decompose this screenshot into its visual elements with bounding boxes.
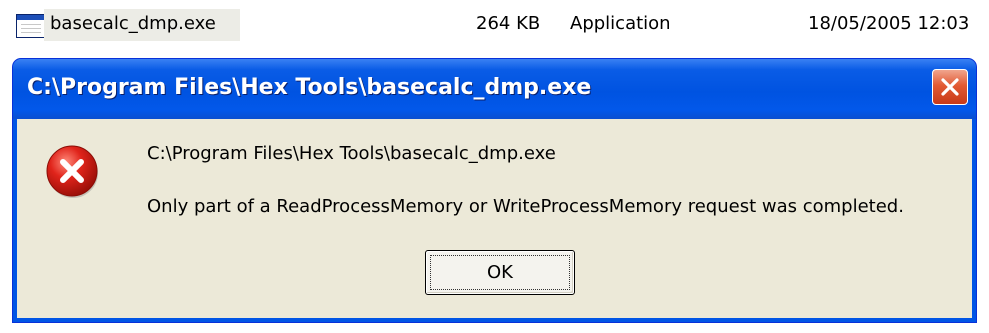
- message-text: Only part of a ReadProcessMemory or Writ…: [147, 196, 904, 217]
- file-list-row[interactable]: basecalc_dmp.exe 264 KB Application 18/0…: [0, 0, 989, 56]
- message-path: C:\Program Files\Hex Tools\basecalc_dmp.…: [147, 143, 556, 164]
- dialog-body: C:\Program Files\Hex Tools\basecalc_dmp.…: [17, 119, 972, 318]
- ok-button[interactable]: OK: [425, 250, 575, 295]
- close-button[interactable]: [932, 69, 968, 105]
- error-dialog: C:\Program Files\Hex Tools\basecalc_dmp.…: [12, 58, 977, 323]
- close-icon: [941, 78, 959, 96]
- dialog-title: C:\Program Files\Hex Tools\basecalc_dmp.…: [27, 75, 592, 100]
- ok-button-label: OK: [487, 262, 513, 283]
- application-window-icon: [16, 14, 46, 38]
- file-type: Application: [570, 13, 671, 34]
- error-icon: [46, 145, 98, 198]
- file-name[interactable]: basecalc_dmp.exe: [50, 13, 216, 34]
- file-modified-date: 18/05/2005 12:03: [808, 13, 970, 34]
- dialog-titlebar[interactable]: C:\Program Files\Hex Tools\basecalc_dmp.…: [13, 59, 976, 119]
- file-size: 264 KB: [476, 13, 541, 34]
